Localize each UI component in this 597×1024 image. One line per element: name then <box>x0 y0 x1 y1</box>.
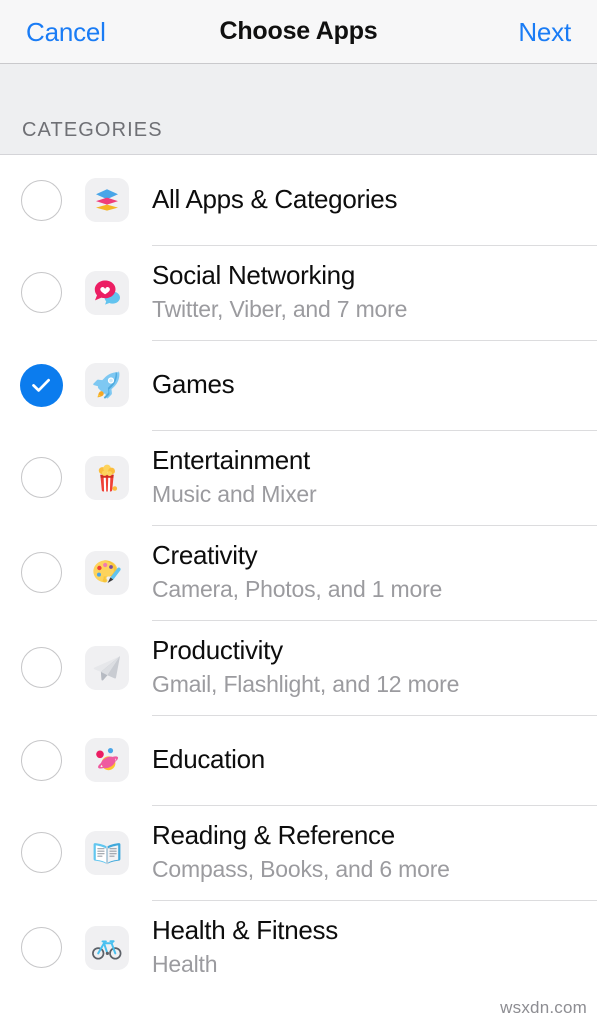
category-row-games[interactable]: Games <box>0 340 597 430</box>
checkmark-icon <box>19 363 63 407</box>
paper-plane-icon <box>85 645 129 690</box>
row-text-block: Creativity Camera, Photos, and 1 more <box>152 540 442 605</box>
row-separator <box>152 715 597 716</box>
category-row-health-and-fitness[interactable]: Health & Fitness Health <box>0 900 597 995</box>
category-row-social-networking[interactable]: Social Networking Twitter, Viber, and 7 m… <box>0 245 597 340</box>
popcorn-icon <box>85 455 129 500</box>
navigation-bar: Cancel Choose Apps Next <box>0 0 597 64</box>
checkbox-unchecked-health-and-fitness[interactable] <box>18 925 64 971</box>
circle-outline-icon <box>20 457 62 498</box>
category-row-reading-and-reference[interactable]: Reading & Reference Compass, Books, and 6… <box>0 805 597 900</box>
circle-outline-icon <box>20 832 62 873</box>
row-text-block: Productivity Gmail, Flashlight, and 12 mo… <box>152 635 459 700</box>
next-button[interactable]: Next <box>518 19 571 45</box>
category-title: Reading & Reference <box>152 819 395 850</box>
row-text-block: All Apps & Categories <box>152 184 397 215</box>
category-subtitle: Music and Mixer <box>152 481 317 508</box>
circle-outline-icon <box>20 272 62 313</box>
category-row-entertainment[interactable]: Entertainment Music and Mixer <box>0 430 597 525</box>
planet-atom-icon <box>85 738 129 782</box>
category-row-education[interactable]: Education <box>0 715 597 805</box>
checkbox-unchecked-education[interactable] <box>18 737 64 783</box>
cancel-button[interactable]: Cancel <box>26 19 106 45</box>
category-subtitle: Health <box>152 951 218 978</box>
row-separator <box>152 620 597 621</box>
row-separator <box>152 245 597 246</box>
category-title: Games <box>152 369 235 400</box>
row-separator <box>152 900 597 901</box>
stack-icon <box>85 178 129 222</box>
checkbox-unchecked-all-apps-and-categories[interactable] <box>18 177 64 223</box>
checkbox-unchecked-social-networking[interactable] <box>18 270 64 316</box>
checkbox-unchecked-productivity[interactable] <box>18 645 64 691</box>
category-title: Productivity <box>152 634 283 665</box>
category-title: Creativity <box>152 539 258 570</box>
circle-outline-icon <box>20 179 62 221</box>
row-text-block: Social Networking Twitter, Viber, and 7 m… <box>152 260 407 325</box>
category-subtitle: Camera, Photos, and 1 more <box>152 576 443 603</box>
checkbox-checked-games[interactable] <box>18 362 64 408</box>
row-separator <box>152 430 597 431</box>
circle-outline-icon <box>20 739 62 781</box>
category-title: Health & Fitness <box>152 914 338 945</box>
open-book-icon <box>85 830 129 875</box>
row-text-block: Health & Fitness Health <box>152 915 338 980</box>
category-title: Social Networking <box>152 259 355 290</box>
category-subtitle: Twitter, Viber, and 7 more <box>152 296 408 323</box>
row-separator <box>152 805 597 806</box>
row-text-block: Reading & Reference Compass, Books, and 6… <box>152 820 450 885</box>
circle-outline-icon <box>20 647 62 688</box>
row-separator <box>152 340 597 341</box>
row-separator <box>152 525 597 526</box>
checkbox-unchecked-creativity[interactable] <box>18 550 64 596</box>
palette-icon <box>85 550 129 595</box>
section-header-label: CATEGORIES <box>22 119 163 141</box>
row-text-block: Games <box>152 369 235 400</box>
category-subtitle: Compass, Books, and 6 more <box>152 856 450 883</box>
category-title: Entertainment <box>152 444 310 475</box>
checkbox-unchecked-reading-and-reference[interactable] <box>18 830 64 876</box>
section-header-categories: CATEGORIES <box>0 64 597 155</box>
category-title: All Apps & Categories <box>152 184 398 215</box>
bicycle-icon <box>85 925 129 970</box>
category-row-productivity[interactable]: Productivity Gmail, Flashlight, and 12 mo… <box>0 620 597 715</box>
category-row-all-apps-and-categories[interactable]: All Apps & Categories <box>0 155 597 245</box>
choose-apps-screen: Cancel Choose Apps Next CATEGORIES All A… <box>0 0 597 1024</box>
category-subtitle: Gmail, Flashlight, and 12 more <box>152 671 460 698</box>
checkbox-unchecked-entertainment[interactable] <box>18 455 64 501</box>
row-text-block: Entertainment Music and Mixer <box>152 444 317 510</box>
category-list: All Apps & Categories Social Networking Tw… <box>0 155 597 1024</box>
row-text-block: Education <box>152 744 265 775</box>
circle-outline-icon <box>20 552 62 593</box>
rocket-icon <box>85 363 129 407</box>
chat-heart-icon <box>85 270 129 315</box>
category-row-creativity[interactable]: Creativity Camera, Photos, and 1 more <box>0 525 597 620</box>
circle-outline-icon <box>20 927 62 968</box>
category-title: Education <box>152 744 265 775</box>
